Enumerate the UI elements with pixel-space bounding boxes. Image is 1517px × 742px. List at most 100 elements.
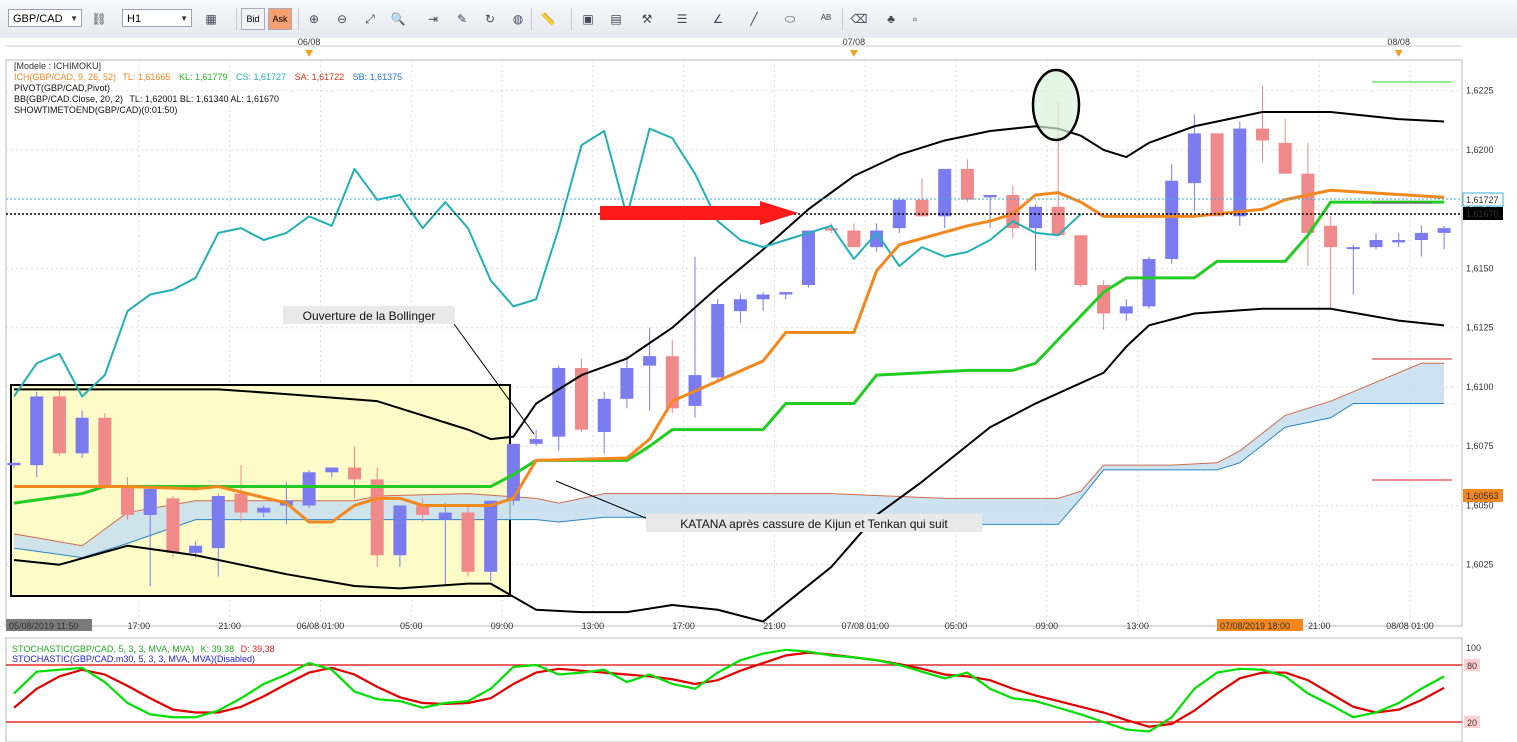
stoch-legend-1: STOCHASTIC(GBP/CAD, 5, 3, 3, MVA, MVA) K… xyxy=(12,644,275,654)
candle-body xyxy=(1210,133,1224,217)
legend-ichimoku: ICH(GBP/CAD, 9, 26, 52) TL: 1,61665 KL: … xyxy=(14,72,402,82)
price-tick-label: 1,6200 xyxy=(1466,145,1494,155)
objects-icon[interactable]: ♣ xyxy=(880,8,902,30)
legend-ich-sb: SB: 1,61375 xyxy=(353,72,403,82)
stoch-axis-100: 100 xyxy=(1466,643,1481,653)
stoch-legend-2: STOCHASTIC(GBP/CAD.m30, 5, 3, 3, MVA, MV… xyxy=(12,654,255,664)
time-tick-label: 21:00 xyxy=(1308,621,1331,631)
zoom-area-icon[interactable]: 🔍 xyxy=(387,8,409,30)
stoch-legend-1-name: STOCHASTIC(GBP/CAD, 5, 3, 3, MVA, MVA) xyxy=(12,644,194,654)
date-marker-label: 08/08 xyxy=(1387,38,1410,47)
zoom-fit-icon[interactable]: ⤢ xyxy=(359,8,381,30)
candle-body xyxy=(302,472,316,506)
menu-icon[interactable]: ▫ xyxy=(904,8,926,30)
candle-body xyxy=(1187,133,1201,184)
price-tick-label: 1,6025 xyxy=(1466,560,1494,570)
price-tick-label: 1,6100 xyxy=(1466,382,1494,392)
candle-body xyxy=(1324,225,1338,248)
legend-showtime: SHOWTIMETOEND(GBP/CAD)(0:01:50) xyxy=(14,105,177,115)
zoom-out-icon[interactable]: ⊖ xyxy=(331,8,353,30)
candle-body xyxy=(1301,173,1315,233)
time-tick-label: 13:00 xyxy=(1126,621,1149,631)
candle-body xyxy=(529,439,543,444)
stoch-legend-1-k: K: 39,38 xyxy=(201,644,235,654)
candle-body xyxy=(938,168,952,217)
candle-body xyxy=(121,486,134,515)
candle-body xyxy=(1165,180,1179,259)
candle-body xyxy=(620,367,634,399)
candle-body xyxy=(98,417,112,487)
ruler-icon[interactable]: 📏 xyxy=(537,8,559,30)
candle-body xyxy=(1074,235,1088,286)
time-tick-label: 17:00 xyxy=(128,621,151,631)
candle-body xyxy=(30,396,44,466)
chart-type-icon[interactable]: ▦ xyxy=(200,8,222,30)
time-tick-label: 21:00 xyxy=(218,621,241,631)
legend-ich-sa: SA: 1,61722 xyxy=(295,72,345,82)
candle-body xyxy=(234,493,248,513)
legend-model: [Modele : ICHIMOKU] xyxy=(14,61,101,71)
candle-body xyxy=(348,467,361,480)
toolbar-separator xyxy=(236,8,237,30)
bid-toggle[interactable]: Bid xyxy=(241,8,265,30)
legend-ich-prefix: ICH(GBP/CAD, 9, 26, 52) xyxy=(14,72,116,82)
candle-body xyxy=(552,367,566,437)
link-icon[interactable]: ⛓ xyxy=(88,8,110,30)
candle-body xyxy=(1392,240,1406,243)
indicators-icon[interactable]: ▤ xyxy=(605,8,627,30)
candle-body xyxy=(325,467,339,473)
image-icon[interactable]: ▣ xyxy=(577,8,599,30)
ellipse-icon[interactable]: ⬭ xyxy=(779,8,801,30)
candle-body xyxy=(143,488,157,515)
zoom-in-icon[interactable]: ⊕ xyxy=(303,8,325,30)
stoch-axis-20: 20 xyxy=(1467,718,1477,728)
candle-body xyxy=(211,495,225,549)
text-icon[interactable]: ᴬᴮ xyxy=(815,8,837,30)
lines-icon[interactable]: ☰ xyxy=(671,8,693,30)
candle-body xyxy=(166,498,180,553)
candle-body xyxy=(393,505,407,556)
scroll-end-icon[interactable]: ⇥ xyxy=(422,8,444,30)
candle-body xyxy=(461,512,475,572)
candle-body xyxy=(1256,128,1269,141)
edit-icon[interactable]: ✎ xyxy=(451,8,473,30)
time-tick-label: 21:00 xyxy=(763,621,786,631)
trendline-icon[interactable]: ╱ xyxy=(743,8,765,30)
chevron-down-icon: ▼ xyxy=(180,14,188,23)
ask-toggle[interactable]: Ask xyxy=(268,8,292,30)
time-tick-label: 05:00 xyxy=(945,621,968,631)
refresh-icon[interactable]: ↻ xyxy=(479,8,501,30)
candle-body xyxy=(257,507,271,513)
candle-body xyxy=(7,462,21,466)
symbol-select[interactable]: GBP/CAD ▼ xyxy=(8,9,82,27)
fibonacci-icon[interactable]: ∠ xyxy=(707,8,729,30)
ask-label: Ask xyxy=(272,14,288,24)
candle-body xyxy=(370,479,384,556)
symbol-value: GBP/CAD xyxy=(13,13,63,25)
chart-area[interactable]: 06/08 07/08 08/08 Ouverture de la Bollinge… xyxy=(0,38,1517,742)
bid-label: Bid xyxy=(246,14,260,24)
candle-body xyxy=(711,304,725,378)
legend-ich-tl: TL: 1,61665 xyxy=(122,72,170,82)
time-tick-label: 05:00 xyxy=(400,621,423,631)
globe-icon[interactable]: ◍ xyxy=(507,8,529,30)
legend-ich-kl: KL: 1,61779 xyxy=(179,72,228,82)
price-tick-label: 1,6125 xyxy=(1466,323,1494,333)
katana-annotation: KATANA après cassure de Kijun et Tenkan … xyxy=(680,517,948,531)
legend-pivot: PIVOT(GBP/CAD,Pivot) xyxy=(14,83,110,93)
candle-body xyxy=(75,417,89,454)
candle-body xyxy=(189,545,203,553)
legend-bb-prefix: BB(GBP/CAD.Close, 20, 2) xyxy=(14,94,123,104)
candle-body xyxy=(1414,232,1428,241)
price-tick-label: 1,6150 xyxy=(1466,263,1494,273)
tools-icon[interactable]: ⚒ xyxy=(636,8,658,30)
timeframe-select[interactable]: H1 ▼ xyxy=(122,9,192,27)
candle-body xyxy=(756,294,770,300)
stoch-axis-80: 80 xyxy=(1467,661,1477,671)
bollinger-annotation: Ouverture de la Bollinger xyxy=(303,309,436,323)
time-tick-label: 07/08 01:00 xyxy=(841,621,889,631)
candle-body xyxy=(1119,306,1133,314)
stoch-legend-1-d: D: 39,38 xyxy=(241,644,275,654)
eraser-icon[interactable]: ⌫ xyxy=(848,8,870,30)
toolbar: GBP/CAD ▼ ⛓ H1 ▼ ▦ Bid Ask ⊕ ⊖ ⤢ 🔍 ⇥ ✎ ↻ ◍… xyxy=(0,0,1517,39)
